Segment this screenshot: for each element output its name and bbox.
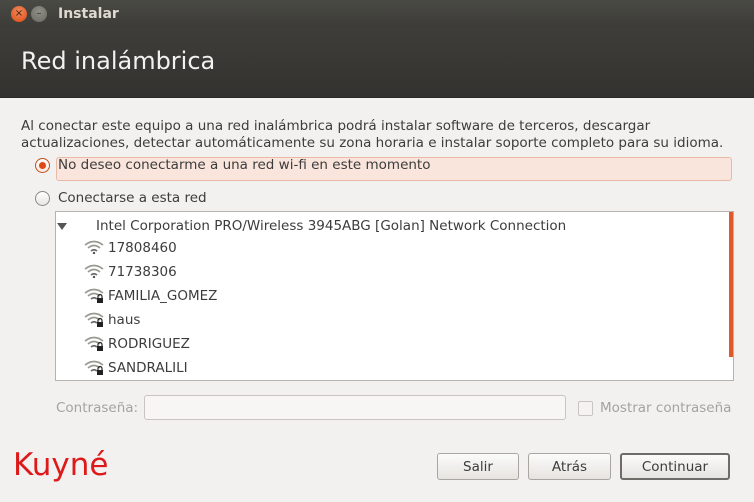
option-no-wifi[interactable]: No deseo conectarme a una red wi-fi en e… — [35, 157, 430, 173]
wifi-signal-icon — [84, 240, 108, 256]
network-name: 17808460 — [108, 240, 177, 256]
network-list[interactable]: Intel Corporation PRO/Wireless 3945ABG [… — [55, 211, 734, 381]
description-text: Al conectar este equipo a una red inalám… — [21, 118, 724, 151]
network-item[interactable]: RODRIGUEZ — [84, 333, 190, 355]
wifi-secure-icon — [84, 360, 108, 376]
wifi-secure-icon — [84, 312, 108, 328]
network-name: SANDRALILI — [108, 360, 188, 376]
quit-button[interactable]: Salir — [437, 453, 519, 480]
network-item[interactable]: haus — [84, 309, 140, 331]
network-item[interactable]: SANDRALILI — [84, 357, 188, 379]
wifi-secure-icon — [84, 288, 108, 304]
password-label: Contraseña: — [56, 400, 139, 416]
network-name: 71738306 — [108, 264, 177, 280]
network-item[interactable]: FAMILIA_GOMEZ — [84, 285, 217, 307]
page-header: Red inalámbrica — [0, 28, 754, 98]
expander-triangle-icon[interactable] — [57, 222, 67, 230]
close-icon: × — [14, 8, 24, 19]
option-connect-label: Conectarse a esta red — [58, 190, 207, 206]
continue-button[interactable]: Continuar — [620, 453, 730, 480]
adapter-name: Intel Corporation PRO/Wireless 3945ABG [… — [96, 218, 567, 234]
radio-connect[interactable] — [35, 190, 50, 206]
minimize-icon: – — [36, 8, 42, 19]
show-password-checkbox[interactable] — [578, 400, 593, 416]
option-connect[interactable]: Conectarse a esta red — [35, 190, 207, 206]
title-bar: × – Instalar — [0, 0, 754, 28]
brand-logo: Kuyné — [13, 447, 109, 483]
show-password-toggle[interactable]: Mostrar contraseña — [578, 400, 731, 416]
wifi-secure-icon — [84, 336, 108, 352]
network-item[interactable]: 71738306 — [84, 261, 177, 283]
list-scrollbar[interactable] — [729, 212, 733, 357]
adapter-row[interactable]: Intel Corporation PRO/Wireless 3945ABG [… — [56, 215, 566, 237]
network-name: FAMILIA_GOMEZ — [108, 288, 218, 304]
close-window-button[interactable]: × — [11, 6, 27, 22]
page-title: Red inalámbrica — [21, 47, 216, 75]
network-name: haus — [108, 312, 141, 328]
network-item[interactable]: 17808460 — [84, 237, 177, 259]
minimize-window-button[interactable]: – — [31, 6, 47, 22]
back-button[interactable]: Atrás — [528, 453, 611, 480]
radio-no-wifi[interactable] — [35, 157, 50, 173]
network-name: RODRIGUEZ — [108, 336, 190, 352]
wifi-signal-icon — [84, 264, 108, 280]
show-password-label: Mostrar contraseña — [600, 400, 732, 416]
window-title: Instalar — [58, 6, 119, 22]
option-no-wifi-label: No deseo conectarme a una red wi-fi en e… — [58, 157, 431, 173]
password-input[interactable] — [144, 395, 566, 420]
